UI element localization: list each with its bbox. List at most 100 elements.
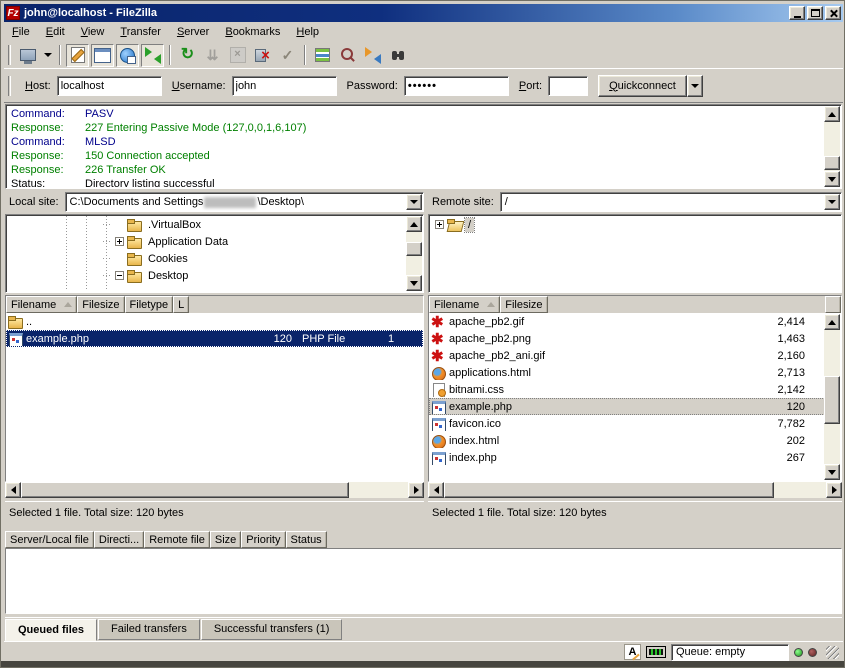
maximize-button[interactable] — [807, 6, 823, 20]
scroll-right-icon[interactable] — [408, 482, 424, 498]
quickconnect-button[interactable]: Quickconnect — [598, 75, 687, 97]
queue-column-header[interactable]: Size — [210, 531, 241, 548]
menu-item[interactable]: Transfer — [112, 23, 169, 41]
remote-tree-item[interactable]: / — [430, 216, 840, 233]
scroll-up-icon[interactable] — [824, 314, 840, 330]
queue-list[interactable] — [5, 548, 842, 614]
scroll-down-icon[interactable] — [406, 275, 422, 291]
local-tree-item[interactable]: Cookies — [7, 250, 406, 267]
cancel-operation-icon[interactable] — [226, 44, 249, 67]
column-header[interactable]: Filesize — [500, 296, 547, 313]
local-tree-scrollbar[interactable] — [406, 216, 422, 291]
queue-column-header[interactable]: Directi... — [94, 531, 144, 548]
password-input[interactable] — [404, 76, 509, 96]
scroll-down-icon[interactable] — [824, 171, 840, 187]
toggle-remote-tree-icon[interactable] — [116, 44, 139, 67]
log-scrollbar-thumb[interactable] — [824, 156, 840, 170]
remote-site-combo[interactable]: / — [500, 192, 842, 212]
scroll-right-icon[interactable] — [826, 482, 842, 498]
menu-item[interactable]: Bookmarks — [217, 23, 288, 41]
menu-item[interactable]: Edit — [38, 23, 73, 41]
local-file-row[interactable]: example.php 120 PHP File 1 — [6, 330, 423, 347]
menu-item[interactable]: File — [4, 23, 38, 41]
site-manager-icon[interactable] — [16, 44, 39, 67]
reconnect-icon[interactable] — [276, 44, 299, 67]
remote-list-scrollbar[interactable] — [824, 314, 840, 480]
toolbar-gripper[interactable] — [8, 45, 11, 65]
column-header[interactable]: Filesize — [77, 296, 124, 313]
transfer-type-icon[interactable]: A — [624, 644, 641, 660]
toolbar-separator[interactable] — [304, 45, 306, 65]
scroll-up-icon[interactable] — [824, 106, 840, 122]
title-bar[interactable]: Fz john@localhost - FileZilla — [4, 4, 843, 22]
local-site-dropdown-icon[interactable] — [406, 194, 422, 210]
menu-item[interactable]: Server — [169, 23, 217, 41]
column-header[interactable]: L — [173, 296, 189, 313]
process-queue-icon[interactable] — [201, 44, 224, 67]
local-site-combo[interactable]: C:\Documents and Settings\Desktop\ — [65, 192, 424, 212]
quickconnect-gripper[interactable] — [8, 76, 11, 96]
queue-tab[interactable]: Successful transfers (1) — [201, 619, 343, 640]
remote-file-row[interactable]: index.html 202 — [429, 432, 825, 449]
queue-tab[interactable]: Failed transfers — [98, 619, 200, 640]
scroll-up-icon[interactable] — [406, 216, 422, 232]
menu-item[interactable]: Help — [288, 23, 327, 41]
resize-grip[interactable] — [826, 646, 839, 659]
refresh-icon[interactable] — [176, 44, 199, 67]
scroll-left-icon[interactable] — [5, 482, 21, 498]
remote-file-row[interactable]: apache_pb2.png 1,463 — [429, 330, 825, 347]
scroll-left-icon[interactable] — [428, 482, 444, 498]
queue-tab[interactable]: Queued files — [5, 619, 97, 641]
directory-comparison-icon[interactable] — [311, 44, 334, 67]
scroll-down-icon[interactable] — [824, 464, 840, 480]
column-header[interactable]: Filetype — [125, 296, 174, 313]
local-tree-item[interactable]: Desktop — [7, 267, 406, 284]
column-header[interactable]: Filename — [429, 296, 500, 313]
toggle-queue-icon[interactable] — [141, 44, 164, 67]
queue-column-header[interactable]: Remote file — [144, 531, 210, 548]
remote-file-row[interactable]: index.php 267 — [429, 449, 825, 466]
queue-column-header[interactable]: Server/Local file — [5, 531, 94, 548]
remote-file-row[interactable]: applications.html 2,713 — [429, 364, 825, 381]
quickconnect-dropdown[interactable] — [687, 75, 703, 97]
port-input[interactable] — [548, 76, 588, 96]
disconnect-icon[interactable] — [251, 44, 274, 67]
tree-expander-icon[interactable] — [435, 220, 444, 229]
toggle-local-tree-icon[interactable] — [91, 44, 114, 67]
tree-expander-icon[interactable] — [115, 237, 124, 246]
menu-item[interactable]: View — [73, 23, 113, 41]
username-input[interactable] — [232, 76, 337, 96]
remote-file-row[interactable]: favicon.ico 7,782 — [429, 415, 825, 432]
toolbar-separator[interactable] — [169, 45, 171, 65]
remote-file-row[interactable]: example.php 120 — [429, 398, 825, 415]
host-input[interactable] — [57, 76, 162, 96]
file-search-icon[interactable] — [386, 44, 409, 67]
local-tree-scrollbar-thumb[interactable] — [406, 242, 422, 256]
remote-scrollbar-thumb[interactable] — [824, 376, 840, 424]
local-horizontal-scrollbar[interactable] — [5, 482, 424, 498]
synchronized-browsing-icon[interactable] — [361, 44, 384, 67]
remote-file-row[interactable]: apache_pb2.gif 2,414 — [429, 313, 825, 330]
column-header[interactable]: Filename — [6, 296, 77, 313]
toggle-message-log-icon[interactable] — [66, 44, 89, 67]
remote-site-dropdown-icon[interactable] — [824, 194, 840, 210]
remote-file-row[interactable]: bitnami.css 2,142 — [429, 381, 825, 398]
tree-expander-icon[interactable] — [115, 271, 124, 280]
close-button[interactable] — [825, 6, 841, 20]
local-tree-item[interactable]: .VirtualBox — [7, 216, 406, 233]
queue-column-header[interactable]: Status — [286, 531, 327, 548]
queue-column-header[interactable]: Priority — [241, 531, 285, 548]
file-icon — [431, 451, 446, 465]
site-manager-dropdown-icon[interactable] — [41, 44, 54, 67]
log-scrollbar[interactable] — [824, 106, 840, 187]
speed-limit-icon[interactable] — [646, 646, 666, 658]
filter-icon[interactable] — [336, 44, 359, 67]
local-tree-item[interactable]: Application Data — [7, 233, 406, 250]
local-file-row[interactable]: .. — [6, 313, 423, 330]
local-hscrollbar-thumb[interactable] — [21, 482, 349, 498]
minimize-button[interactable] — [789, 6, 805, 20]
remote-hscrollbar-thumb[interactable] — [444, 482, 774, 498]
remote-file-row[interactable]: apache_pb2_ani.gif 2,160 — [429, 347, 825, 364]
toolbar-separator[interactable] — [59, 45, 61, 65]
remote-horizontal-scrollbar[interactable] — [428, 482, 842, 498]
